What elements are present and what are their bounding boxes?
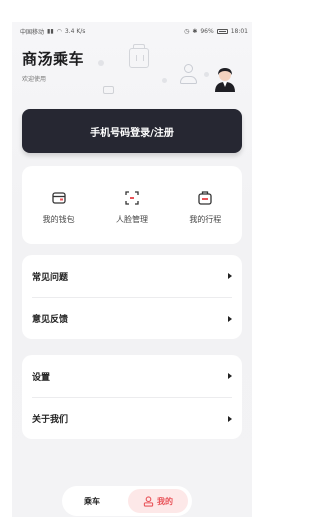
battery-icon [216,28,228,34]
signal-icon: ▮▮ [47,27,54,35]
face-scan-icon [125,190,139,205]
user-avatar-icon [215,68,235,92]
arrow-right-icon [228,415,232,422]
feedback-label: 意见反馈 [32,315,69,325]
person-decoration-icon [180,64,197,86]
user-icon [143,495,154,507]
welcome-text: 欢迎使用 [22,76,47,83]
feedback-row[interactable]: 意见反馈 [32,297,232,339]
tab-mine[interactable]: 我的 [128,489,188,513]
arrow-right-icon [228,373,232,379]
about-label: 关于我们 [32,415,69,425]
arrow-right-icon [228,315,232,322]
dot-decoration-icon [204,72,209,77]
suitcase-decoration-icon [129,44,149,68]
wifi-icon: ◠ [56,27,62,35]
wallet-label: 我的钱包 [42,214,75,224]
settings-menu-card: 设置 关于我们 [22,355,242,439]
phone-login-button[interactable]: 手机号码登录/注册 [22,109,242,153]
app-title: 商汤乘车 [22,50,85,68]
quick-actions-card: 我的钱包 人脸管理 我的行程 [22,166,242,244]
clock: 18:01 [230,27,248,35]
tab-ride[interactable]: 乘车 [84,496,100,507]
tab-mine-label: 我的 [157,496,173,506]
status-bar: 中国移动 ▮▮ ◠ 3.4 K/s ◷ ✱ 96% 18:01 [12,22,252,40]
dot-decoration-icon [162,78,167,83]
app-screen: 中国移动 ▮▮ ◠ 3.4 K/s ◷ ✱ 96% 18:01 商汤乘车 欢迎使… [12,22,252,517]
help-menu-card: 常见问题 意见反馈 [22,255,242,339]
faq-label: 常见问题 [32,272,69,283]
face-manage-label: 人脸管理 [115,214,148,224]
bluetooth-icon: ✱ [192,27,198,35]
bottom-tab-bar: 乘车 我的 [62,486,192,516]
dot-decoration-icon [98,60,104,66]
avatar[interactable] [212,66,238,92]
carrier-label: 中国移动 [20,28,45,36]
trips-button[interactable]: 我的行程 [175,190,235,225]
bag-decoration-icon [103,86,114,94]
network-speed: 3.4 K/s [64,27,86,35]
face-manage-button[interactable]: 人脸管理 [102,190,162,225]
trip-icon [198,190,212,205]
wallet-button[interactable]: 我的钱包 [29,190,89,225]
battery-percent: 96% [200,27,214,35]
wallet-icon [52,191,66,204]
alarm-icon: ◷ [184,27,190,35]
trips-label: 我的行程 [189,214,222,224]
arrow-right-icon [228,273,232,279]
about-row[interactable]: 关于我们 [32,397,232,439]
settings-label: 设置 [32,372,51,383]
header: 商汤乘车 欢迎使用 [22,48,84,83]
faq-row[interactable]: 常见问题 [32,255,232,297]
settings-row[interactable]: 设置 [32,355,232,397]
